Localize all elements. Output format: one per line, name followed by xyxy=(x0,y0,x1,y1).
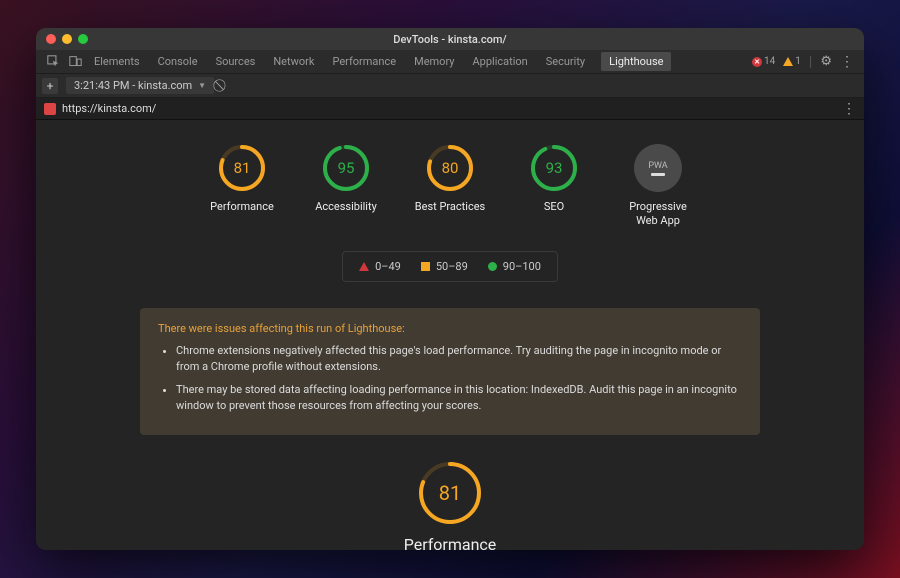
device-toolbar-icon[interactable] xyxy=(64,50,86,73)
inspect-element-icon[interactable] xyxy=(42,50,64,73)
legend-high: 90–100 xyxy=(488,260,541,273)
tab-console[interactable]: Console xyxy=(156,55,200,68)
performance-section: 81 Performance xyxy=(66,461,834,550)
report-tab-label: 3:21:43 PM - kinsta.com xyxy=(74,79,192,92)
warning-icon xyxy=(783,57,793,66)
gauge-best-practices[interactable]: 80 Best Practices xyxy=(413,144,487,229)
gear-icon[interactable]: ⚙ xyxy=(820,54,832,69)
tab-sources[interactable]: Sources xyxy=(214,55,258,68)
warning-title: There were issues affecting this run of … xyxy=(158,322,742,335)
titlebar: DevTools - kinsta.com/ xyxy=(36,28,864,50)
traffic-lights xyxy=(46,34,88,44)
url-text: https://kinsta.com/ xyxy=(62,102,156,115)
tab-performance[interactable]: Performance xyxy=(330,55,398,68)
gauge-performance[interactable]: 81 Performance xyxy=(205,144,279,229)
tab-application[interactable]: Application xyxy=(470,55,529,68)
legend-low: 0–49 xyxy=(359,260,401,273)
warning-badge[interactable]: 1 xyxy=(783,56,801,67)
tab-memory[interactable]: Memory xyxy=(412,55,456,68)
tabbar-status: ✕ 14 1 | ⚙ ⋮ xyxy=(752,50,858,73)
gauge-accessibility[interactable]: 95 Accessibility xyxy=(309,144,383,229)
favicon xyxy=(44,103,56,115)
tab-elements[interactable]: Elements xyxy=(92,55,142,68)
error-count: 14 xyxy=(764,56,775,67)
gauge-seo[interactable]: 93 SEO xyxy=(517,144,591,229)
report-tab[interactable]: 3:21:43 PM - kinsta.com ▼ xyxy=(66,77,214,94)
minimize-button[interactable] xyxy=(62,34,72,44)
url-more-icon[interactable]: ⋮ xyxy=(842,102,856,116)
warning-box: There were issues affecting this run of … xyxy=(140,308,760,435)
panel-tabbar: Elements Console Sources Network Perform… xyxy=(36,50,864,74)
score-gauges: 81 Performance 95 Accessibility 80 Best … xyxy=(66,144,834,229)
chevron-down-icon: ▼ xyxy=(198,81,206,90)
error-icon: ✕ xyxy=(752,57,762,67)
error-badge[interactable]: ✕ 14 xyxy=(752,56,775,67)
warning-count: 1 xyxy=(795,56,801,67)
window-title: DevTools - kinsta.com/ xyxy=(393,33,506,46)
panel-tabs: Elements Console Sources Network Perform… xyxy=(86,50,752,73)
score-legend: 0–49 50–89 90–100 xyxy=(342,251,558,282)
report-body: 81 Performance 95 Accessibility 80 Best … xyxy=(36,120,864,550)
triangle-icon xyxy=(359,262,369,271)
pwa-badge: PWA xyxy=(634,144,682,192)
close-button[interactable] xyxy=(46,34,56,44)
section-title: Performance xyxy=(404,535,497,550)
devtools-window: DevTools - kinsta.com/ Elements Console … xyxy=(36,28,864,550)
maximize-button[interactable] xyxy=(78,34,88,44)
lighthouse-toolbar: + 3:21:43 PM - kinsta.com ▼ ⃠ xyxy=(36,74,864,98)
tab-network[interactable]: Network xyxy=(271,55,316,68)
new-report-button[interactable]: + xyxy=(42,78,58,94)
circle-icon xyxy=(488,262,497,271)
warning-item: Chrome extensions negatively affected th… xyxy=(176,343,742,376)
square-icon xyxy=(421,262,430,271)
legend-mid: 50–89 xyxy=(421,260,468,273)
warning-item: There may be stored data affecting loadi… xyxy=(176,382,742,415)
url-bar: https://kinsta.com/ ⋮ xyxy=(36,98,864,120)
warning-list: Chrome extensions negatively affected th… xyxy=(158,343,742,415)
tab-lighthouse[interactable]: Lighthouse xyxy=(601,52,671,71)
more-icon[interactable]: ⋮ xyxy=(840,55,854,69)
tab-security[interactable]: Security xyxy=(544,55,587,68)
gauge-pwa[interactable]: PWA Progressive Web App xyxy=(621,144,695,229)
